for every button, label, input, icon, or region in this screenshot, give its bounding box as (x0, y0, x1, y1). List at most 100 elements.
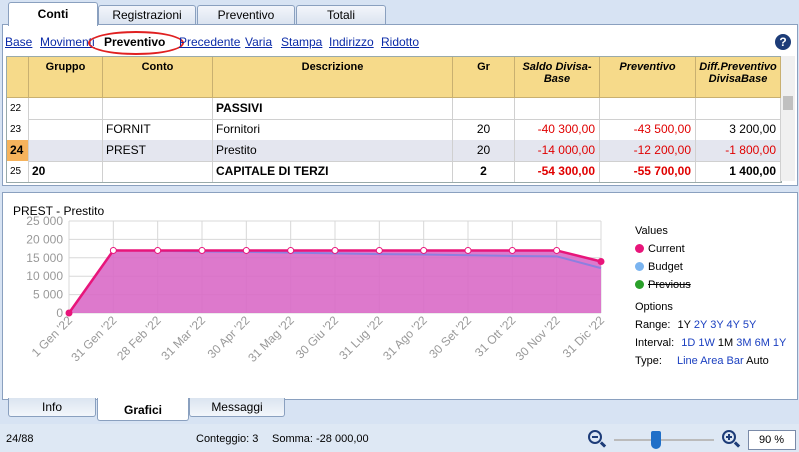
cell-diff[interactable]: 1 400,00 (696, 161, 781, 182)
x-tick-label: 31 Mag '22 (245, 313, 297, 365)
interval-1d[interactable]: 1D (681, 337, 695, 349)
y-tick-label: 20 000 (26, 232, 63, 246)
view-indirizzo-link[interactable]: Indirizzo (329, 35, 374, 49)
range-1y[interactable]: 1Y (678, 319, 691, 331)
cell-diff[interactable]: 3 200,00 (696, 119, 781, 140)
cell-preventivo[interactable] (600, 98, 696, 119)
budget-dot-icon (635, 262, 644, 271)
cell-preventivo[interactable]: -43 500,00 (600, 119, 696, 140)
cell-preventivo[interactable]: -55 700,00 (600, 161, 696, 182)
view-base-link[interactable]: Base (5, 35, 32, 49)
cell-preventivo[interactable]: -12 200,00 (600, 140, 696, 161)
header-saldo[interactable]: Saldo Divisa-Base (515, 57, 600, 97)
zoom-in-icon[interactable] (722, 430, 736, 444)
cell-saldo[interactable] (515, 98, 600, 119)
type-bar[interactable]: Bar (727, 355, 744, 367)
view-precedente-link[interactable]: Precedente (179, 35, 240, 49)
interval-1m[interactable]: 1M (718, 337, 733, 349)
help-icon[interactable]: ? (775, 34, 791, 50)
cell-conto[interactable] (103, 161, 213, 182)
type-label: Type: (635, 355, 662, 367)
cell-conto[interactable]: PREST (103, 140, 213, 161)
selection-count: Conteggio: 3 (196, 433, 259, 445)
view-ridotto-link[interactable]: Ridotto (381, 35, 419, 49)
range-3y[interactable]: 3Y (710, 319, 723, 331)
legend-budget[interactable]: Budget (635, 261, 683, 273)
current-point (375, 246, 383, 254)
zoom-value[interactable]: 90 % (748, 430, 796, 450)
cell-gruppo[interactable] (29, 98, 103, 119)
table-row-selected[interactable]: 24 PREST Prestito 20 -14 000,00 -12 200,… (7, 140, 781, 162)
range-2y[interactable]: 2Y (694, 319, 707, 331)
type-area[interactable]: Area (700, 355, 723, 367)
cell-saldo[interactable]: -54 300,00 (515, 161, 600, 182)
type-auto[interactable]: Auto (746, 355, 769, 367)
tab-messaggi[interactable]: Messaggi (189, 398, 285, 417)
cell-conto[interactable]: FORNIT (103, 119, 213, 140)
table-row[interactable]: 22 PASSIVI (7, 98, 781, 120)
current-point (508, 246, 516, 254)
zoom-slider-handle[interactable] (651, 431, 661, 449)
cell-saldo[interactable]: -40 300,00 (515, 119, 600, 140)
zoom-out-icon[interactable] (588, 430, 602, 444)
tab-preventivo[interactable]: Preventivo (197, 5, 295, 24)
cell-gr[interactable] (453, 98, 515, 119)
cell-gr[interactable]: 20 (453, 140, 515, 161)
interval-3m[interactable]: 3M (736, 337, 751, 349)
header-gruppo[interactable]: Gruppo (29, 57, 103, 97)
main-tabs: Conti Registrazioni Preventivo Totali (0, 0, 799, 26)
legend-previous[interactable]: Previous (635, 279, 691, 291)
cell-gruppo[interactable] (29, 119, 103, 140)
tab-grafici[interactable]: Grafici (97, 398, 189, 421)
interval-6m[interactable]: 6M (755, 337, 770, 349)
header-descrizione[interactable]: Descrizione (213, 57, 453, 97)
header-preventivo[interactable]: Preventivo (600, 57, 696, 97)
current-point (597, 257, 605, 265)
scrollbar-thumb[interactable] (783, 96, 793, 110)
view-stampa-link[interactable]: Stampa (281, 35, 322, 49)
range-4y[interactable]: 4Y (727, 319, 740, 331)
cell-descrizione[interactable]: CAPITALE DI TERZI (213, 161, 453, 182)
cell-gruppo[interactable] (29, 140, 103, 161)
zoom-slider[interactable] (614, 439, 714, 441)
range-5y[interactable]: 5Y (743, 319, 756, 331)
accounts-table: Gruppo Conto Descrizione Gr Saldo Divisa… (6, 56, 782, 183)
tab-conti[interactable]: Conti (8, 2, 98, 26)
area-chart: 05 00010 00015 00020 00025 0001 Gen '223… (26, 214, 607, 365)
cell-diff[interactable] (696, 98, 781, 119)
interval-row: Interval: 1D 1W 1M 3M 6M 1Y (635, 337, 786, 349)
cell-gr[interactable]: 2 (453, 161, 515, 182)
current-point (331, 246, 339, 254)
legend-values-label: Values (635, 225, 668, 237)
cell-descrizione[interactable]: Fornitori (213, 119, 453, 140)
header-gr[interactable]: Gr (453, 57, 515, 97)
table-row[interactable]: 23 FORNIT Fornitori 20 -40 300,00 -43 50… (7, 119, 781, 141)
interval-1y[interactable]: 1Y (773, 337, 786, 349)
view-varia-link[interactable]: Varia (245, 35, 272, 49)
row-position: 24/88 (6, 433, 34, 445)
cell-conto[interactable] (103, 98, 213, 119)
interval-1w[interactable]: 1W (698, 337, 715, 349)
header-diff[interactable]: Diff.Preventivo DivisaBase (696, 57, 781, 97)
header-conto[interactable]: Conto (103, 57, 213, 97)
range-row: Range: 1Y 2Y 3Y 4Y 5Y (635, 319, 756, 331)
cell-gruppo[interactable]: 20 (29, 161, 103, 182)
cell-descrizione[interactable]: Prestito (213, 140, 453, 161)
cell-gr[interactable]: 20 (453, 119, 515, 140)
cell-diff[interactable]: -1 800,00 (696, 140, 781, 161)
legend-current[interactable]: Current (635, 243, 685, 255)
x-tick-label: 31 Lug '22 (336, 313, 385, 362)
current-point (287, 246, 295, 254)
tab-totali[interactable]: Totali (296, 5, 386, 24)
table-row[interactable]: 25 20 CAPITALE DI TERZI 2 -54 300,00 -55… (7, 161, 781, 182)
tab-info[interactable]: Info (8, 398, 96, 417)
vertical-scrollbar[interactable] (781, 56, 795, 181)
cell-saldo[interactable]: -14 000,00 (515, 140, 600, 161)
tab-registrazioni[interactable]: Registrazioni (98, 5, 196, 24)
chart-panel: PREST - Prestito 05 000 10 000 15 000 20 00… (2, 192, 798, 400)
view-movimenti-link[interactable]: Movimenti (40, 35, 95, 49)
y-tick-label: 10 000 (26, 269, 63, 283)
legend-previous-label: Previous (648, 279, 691, 291)
cell-descrizione[interactable]: PASSIVI (213, 98, 453, 119)
type-line[interactable]: Line (677, 355, 698, 367)
